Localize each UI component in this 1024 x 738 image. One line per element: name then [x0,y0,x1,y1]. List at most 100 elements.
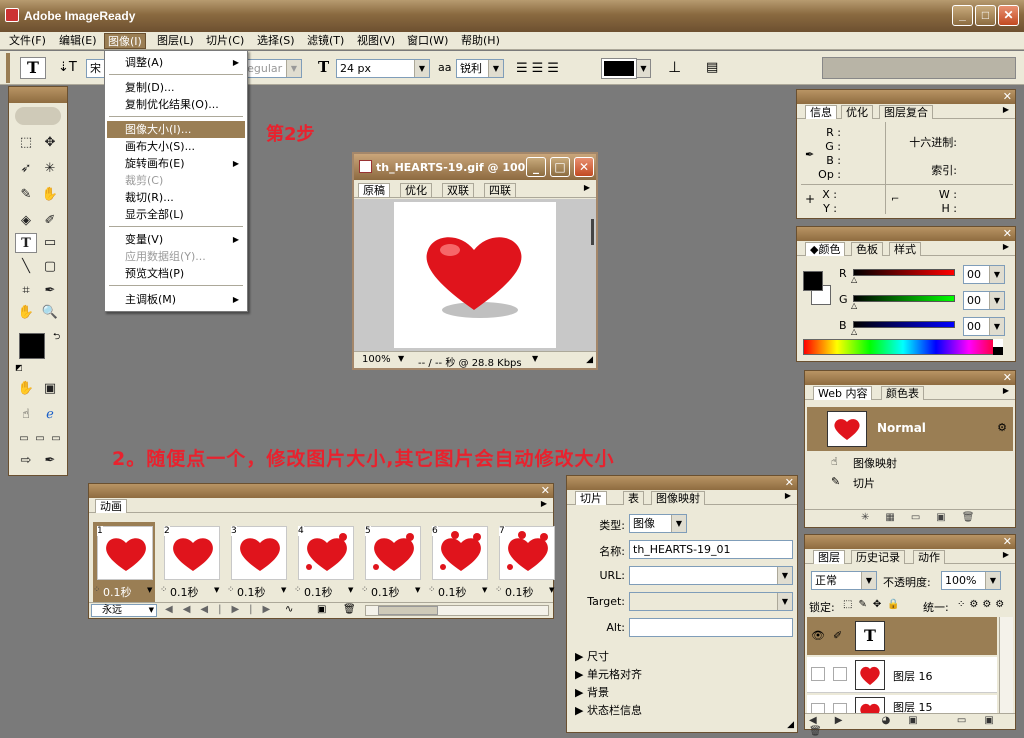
tab-slice[interactable]: 切片 [575,491,607,505]
menuitem-master-palette[interactable]: 主调板(M) ▶ [107,291,245,308]
tabs-menu-icon[interactable]: ▶ [584,183,590,192]
menu-layer[interactable]: 图层(L) [154,33,197,49]
frame-delay[interactable]: 0.1秒 [103,584,132,600]
panel-menu-icon[interactable]: ▶ [1003,242,1009,251]
shape-tool-icon[interactable]: ▢ [39,257,61,277]
default-colors-icon[interactable]: ◩ [15,363,23,372]
marquee-tool-icon[interactable]: ⬚ [15,133,37,153]
tab-info[interactable]: 信息 [805,105,837,119]
layer-row[interactable]: 图层 15 [807,695,997,713]
slice-select-icon[interactable]: ✋ [39,185,61,205]
close-icon[interactable]: ✕ [1003,227,1012,240]
layers-scrollbar[interactable] [999,617,1013,713]
tab-actions[interactable]: 动作 [913,550,945,564]
status-dropdown-icon[interactable]: ▼ [532,354,538,363]
menu-window[interactable]: 窗口(W) [404,33,451,49]
disposal-icon[interactable]: ⁘ [294,585,302,595]
tab-optimize[interactable]: 优化 [841,105,873,119]
blend-mode-select[interactable]: 正常 ▼ [811,571,877,590]
panel-menu-icon[interactable]: ▶ [1003,550,1009,559]
delete-frame-icon[interactable]: 🗑 [343,604,356,615]
frame-delay-dropdown-icon[interactable]: ▼ [415,586,420,594]
hand-tool-icon[interactable]: ✋ [15,303,37,323]
close-icon[interactable]: ✕ [1003,371,1012,384]
menu-file[interactable]: 文件(F) [6,33,49,49]
animation-frame[interactable]: 7 ⁘ 0.1秒 ▼ [495,522,557,602]
tab-table[interactable]: 表 [623,491,644,505]
maximize-button[interactable]: □ [975,5,996,26]
slice-tool-icon[interactable]: ✎ [15,185,37,205]
lasso-tool-icon[interactable]: ➶ [15,159,37,179]
palettes-icon[interactable]: ▤ [706,60,718,75]
link-toggle[interactable] [833,703,847,713]
frame-delay-dropdown-icon[interactable]: ▼ [549,586,554,594]
tab-color-table[interactable]: 颜色表 [881,386,924,400]
layer-row-text[interactable]: 👁 ✐ T [807,617,997,655]
menuitem-image-size[interactable]: 图像大小(I)... [107,121,245,138]
channel-value-input[interactable]: 00 ▼ [963,317,1005,336]
zoom-dropdown-icon[interactable]: ▼ [398,354,404,363]
tab-web-content[interactable]: Web 内容 [813,386,873,400]
animation-frame[interactable]: 5 ⁘ 0.1秒 ▼ [361,522,423,602]
imagemap-visibility-icon[interactable]: ✋ [15,379,37,399]
frame-delay-dropdown-icon[interactable]: ▼ [147,586,152,594]
frames-scrollbar[interactable] [365,605,549,616]
slider-handle-icon[interactable]: △ [851,327,857,336]
panel-menu-icon[interactable]: ▶ [785,491,791,500]
menu-edit[interactable]: 编辑(E) [56,33,100,49]
opacity-input[interactable]: 100% ▼ [941,571,1001,590]
target-input[interactable]: ▼ [629,592,793,611]
animation-frame[interactable]: 2 ⁘ 0.1秒 ▼ [160,522,222,602]
tab-optimized[interactable]: 优化 [400,183,432,197]
tab-image-map[interactable]: 图像映射 [651,491,705,505]
doc-minimize-button[interactable]: _ [526,157,546,177]
menu-help[interactable]: 帮助(H) [458,33,503,49]
frame-delay[interactable]: 0.1秒 [438,584,467,600]
fg-color-swatch[interactable] [803,271,823,291]
line-tool-icon[interactable]: ╲ [15,257,37,277]
frame-delay[interactable]: 0.1秒 [170,584,199,600]
browser-preview-icon[interactable]: ℯ [39,405,61,425]
text-color-swatch[interactable] [601,58,637,79]
rectangle-tool-icon[interactable]: ▭ [39,233,61,253]
slice-visibility-icon[interactable]: ▣ [39,379,61,399]
section-background[interactable]: ▶ 背景 [575,684,609,700]
resize-grip-icon[interactable]: ◢ [586,355,593,365]
eraser-tool-icon[interactable]: ◈ [15,211,37,231]
tab-animation[interactable]: 动画 [95,499,127,513]
panel-menu-icon[interactable]: ▶ [1003,386,1009,395]
channel-slider[interactable] [853,269,955,276]
doc-close-button[interactable]: ✕ [574,157,594,177]
tab-layer-comps[interactable]: 图层复合 [879,105,933,119]
frame-delay-dropdown-icon[interactable]: ▼ [348,586,353,594]
channel-slider[interactable] [853,295,955,302]
frame-delay[interactable]: 0.1秒 [371,584,400,600]
unify-icons[interactable]: ⁘⚙⚙⚙ [957,599,1008,610]
panel-menu-icon[interactable]: ▶ [541,499,547,508]
playback-buttons[interactable]: ◀◀◀|▶|▶ [165,604,280,615]
disposal-icon[interactable]: ⁘ [227,585,235,595]
menu-filter[interactable]: 滤镜(T) [304,33,347,49]
close-icon[interactable]: ✕ [1003,90,1012,103]
menu-slice[interactable]: 切片(C) [203,33,247,49]
brush-link-icon[interactable]: ✐ [833,629,842,642]
eyedropper-icon[interactable]: ✒ [39,281,61,301]
menuitem-duplicate[interactable]: 复制(D)... [107,79,245,96]
crop-tool-icon[interactable]: ⌗ [15,281,37,301]
download-status[interactable]: -- / -- 秒 @ 28.8 Kbps [418,354,522,369]
color-ramp[interactable] [803,339,1003,355]
minimize-button[interactable]: _ [952,5,973,26]
move-tool-icon[interactable]: ✥ [39,133,61,153]
menuitem-reveal-all[interactable]: 显示全部(L) [107,206,245,223]
tab-color[interactable]: ◆颜色 [805,242,846,256]
menuitem-preview-document[interactable]: 预览文档(P) [107,265,245,282]
type-tool-icon[interactable]: T [20,57,46,79]
jump-to-photoshop-icon[interactable]: ⇨ [15,451,37,471]
visibility-eye-icon[interactable]: 👁 [811,629,825,642]
type-tool-icon[interactable]: T [15,233,37,253]
menuitem-canvas-size[interactable]: 画布大小(S)... [107,138,245,155]
color-dropdown[interactable]: ▼ [636,59,651,78]
lock-icons[interactable]: ⬚✎✥🔒 [843,599,906,610]
scroll-indicator[interactable] [591,219,594,245]
animation-frame[interactable]: 3 ⁘ 0.1秒 ▼ [227,522,289,602]
